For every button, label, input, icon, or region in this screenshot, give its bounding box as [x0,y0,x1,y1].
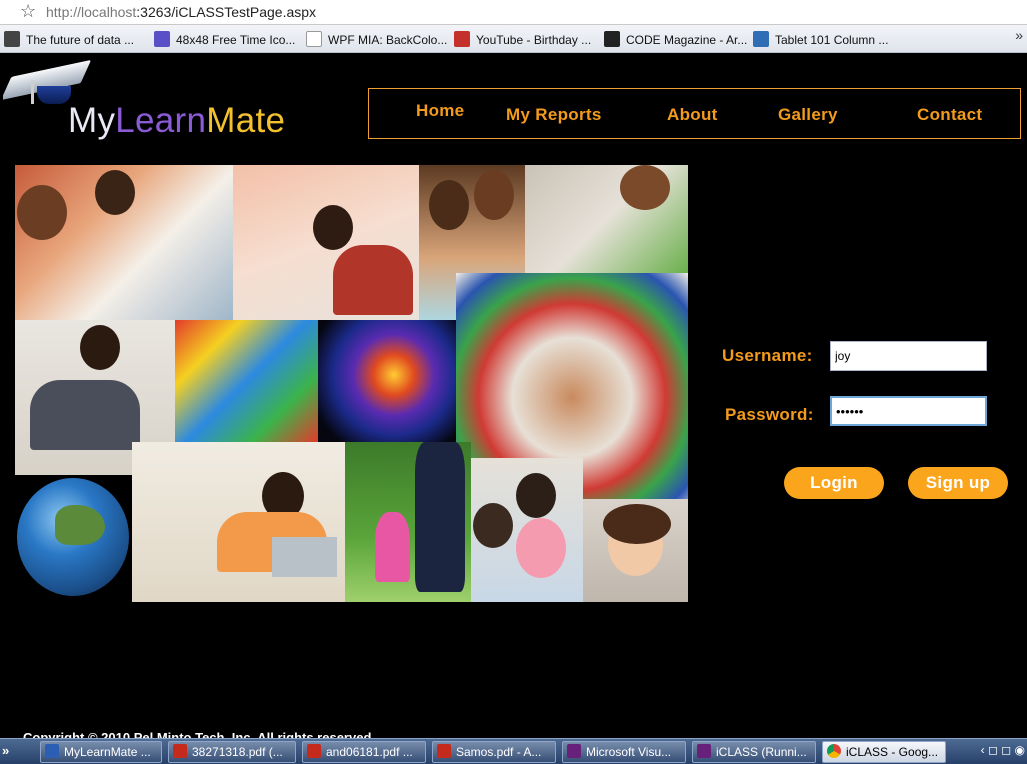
taskbar-item[interactable]: iCLASS (Runni... [692,741,816,763]
photo-earth-globe [15,475,132,602]
url-host: http://localhost [46,4,137,20]
nav-contact[interactable]: Contact [917,105,982,125]
pdf-icon [437,744,451,758]
visual-studio-icon [567,744,581,758]
signup-button[interactable]: Sign up [908,467,1008,499]
taskbar-item-active[interactable]: iCLASS - Goog... [822,741,946,763]
bookmark-item[interactable]: YouTube - Birthday ... [454,31,591,47]
taskbar-item-label: Microsoft Visu... [586,745,672,759]
photo-girl-laptop [525,165,688,273]
logo-part-mate: Mate [206,101,286,140]
photo-girl-portrait [583,499,688,602]
site-logo[interactable]: MyLearnMate [3,56,327,146]
bookmark-label: Tablet 101 Column ... [775,33,889,47]
bookmark-item[interactable]: Tablet 101 Column ... [753,31,888,47]
logo-part-learn: Learn [115,101,207,140]
username-label: Username: [722,346,813,365]
photo-toddlers [471,458,583,602]
chrome-icon [827,744,841,758]
password-label: Password: [725,405,814,424]
url-path: :3263/iCLASSTestPage.aspx [136,4,317,20]
hero-photo-collage [15,165,688,602]
page-icon [306,31,322,47]
windows-taskbar: » MyLearnMate ... 38271318.pdf (... and0… [0,738,1027,764]
taskbar-item[interactable]: Microsoft Visu... [562,741,686,763]
bookmark-item[interactable]: The future of data ... [4,31,134,47]
main-nav: Home My Reports About Gallery Contact [368,88,1021,139]
taskbar-item-label: iCLASS - Goog... [846,745,939,759]
logo-title: MyLearnMate [68,101,285,141]
bookmark-item[interactable]: 48x48 Free Time Ico... [154,31,295,47]
login-button[interactable]: Login [784,467,884,499]
nav-home[interactable]: Home [416,101,464,121]
system-tray-icons[interactable]: ‹ ◻ ◻ ◉ [981,743,1025,757]
photo-boy-studying [132,442,345,602]
code-icon [604,31,620,47]
nav-gallery[interactable]: Gallery [778,105,838,125]
bookmark-label: The future of data ... [26,33,135,47]
address-bar[interactable]: ☆ http://localhost:3263/iCLASSTestPage.a… [0,0,1027,25]
bookmark-label: CODE Magazine - Ar... [626,33,748,47]
taskbar-item-label: MyLearnMate ... [64,745,151,759]
photo-students-laptops [233,165,419,320]
pdf-icon [307,744,321,758]
graduation-cap-base [37,86,71,104]
taskbar-item-label: Samos.pdf - A... [456,745,542,759]
username-field[interactable] [830,341,987,371]
web-page: MyLearnMate Home My Reports About Galler… [3,54,1023,738]
bookmark-label: YouTube - Birthday ... [476,33,592,47]
password-field[interactable] [830,396,987,426]
taskbar-item[interactable]: and06181.pdf ... [302,741,426,763]
bookmark-item[interactable]: WPF MIA: BackColo... [306,31,447,47]
pdf-icon [173,744,187,758]
taskbar-item-label: 38271318.pdf (... [192,745,283,759]
nav-my-reports[interactable]: My Reports [506,105,602,125]
taskbar-overflow-icon[interactable]: » [2,743,9,758]
taskbar-item[interactable]: Samos.pdf - A... [432,741,556,763]
photo-brain-scan [318,320,456,442]
taskbar-item[interactable]: MyLearnMate ... [40,741,162,763]
word-icon [45,744,59,758]
photo-colorful-blocks [175,320,318,442]
photo-kids-playing [345,442,471,602]
taskbar-item[interactable]: 38271318.pdf (... [168,741,296,763]
bookmark-label: 48x48 Free Time Ico... [176,33,296,47]
bookmark-item[interactable]: CODE Magazine - Ar... [604,31,747,47]
visual-studio-icon [697,744,711,758]
taskbar-item-label: and06181.pdf ... [326,745,413,759]
url-text[interactable]: http://localhost:3263/iCLASSTestPage.asp… [46,4,316,20]
film-icon [4,31,20,47]
logo-part-my: My [68,101,116,140]
image-icon [154,31,170,47]
bookmark-label: WPF MIA: BackColo... [328,33,448,47]
youtube-icon [454,31,470,47]
photo-kids-computers [15,165,233,320]
copyright-text: Copyright © 2010 Pel Minto Tech, Inc. Al… [23,730,375,738]
taskbar-item-label: iCLASS (Runni... [716,745,807,759]
tablet-icon [753,31,769,47]
bookmarks-bar: The future of data ... 48x48 Free Time I… [0,25,1027,53]
bookmarks-overflow-button[interactable]: » [1015,27,1023,43]
bookmark-star-icon[interactable]: ☆ [20,1,36,22]
nav-about[interactable]: About [667,105,718,125]
tassel-icon [31,80,34,104]
